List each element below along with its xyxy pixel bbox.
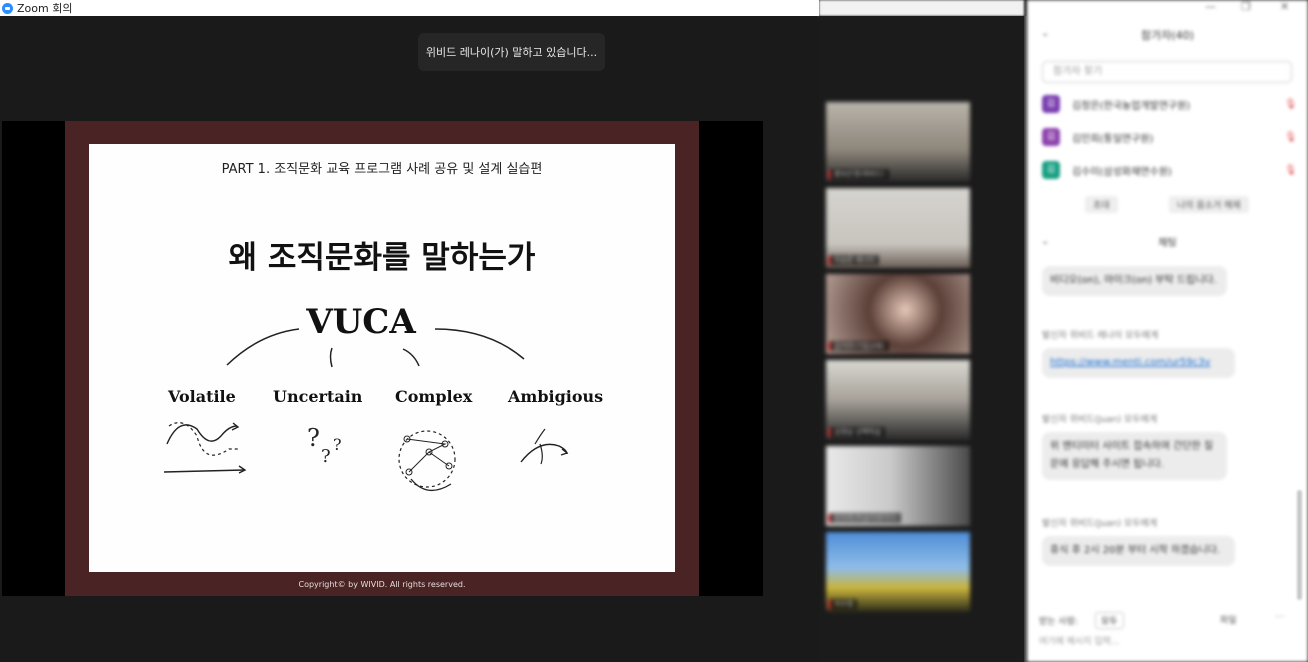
participant-row[interactable]: 김 김민희(통일연구원) 🎙 [1042, 125, 1297, 149]
participants-title: 참가자(40) [1141, 29, 1194, 42]
participant-name-tag: 황보은정(위비드) [830, 169, 889, 179]
participant-name-tag: 이승준 레나이 [830, 255, 879, 265]
gallery-top-bar [819, 0, 1024, 16]
right-sidebar: — ❐ ✕ ⌄ 참가자(40) 참가자 찾기 김 김정은(한국농업개발연구원) … [1027, 0, 1308, 662]
participant-name-tag: 이지희(퍼실리테이터) [830, 513, 902, 523]
unmute-self-button[interactable]: 나의 음소거 해제 [1169, 196, 1249, 213]
video-tile[interactable]: 지수정 [826, 532, 970, 612]
avatar: 김 [1042, 161, 1060, 179]
muted-mic-icon[interactable]: 🎙 [1284, 165, 1297, 176]
participant-search-input[interactable]: 참가자 찾기 [1042, 61, 1292, 83]
chat-sender: 발신자 위비드(Juan) 모두에게 [1042, 415, 1158, 425]
chat-scrollbar[interactable] [1297, 490, 1302, 600]
participant-name-tag: 김지민(기업교육) [830, 341, 889, 351]
video-tile[interactable]: 황보은정(위비드) [826, 102, 970, 182]
svg-text:?: ? [333, 435, 342, 454]
slide-frame: PART 1. 조직문화 교육 프로그램 사례 공유 및 설계 실습편 왜 조직… [65, 121, 699, 596]
file-button[interactable]: 파일 [1220, 613, 1237, 626]
window-title: Zoom 회의 [17, 2, 73, 15]
chat-message: 휴식 후 2시 20분 부터 시작 하겠습니다. [1042, 536, 1235, 566]
participant-name-tag: 김정남 선택학습 [830, 427, 886, 437]
participant-name-tag: 지수정 [830, 599, 858, 609]
muted-mic-icon[interactable]: 🎙 [1284, 99, 1297, 110]
chat-title: 채팅 [1158, 238, 1177, 249]
avatar: 김 [1042, 95, 1060, 113]
chat-message: 비디오(on), 마이크(on) 부탁 드립니다. [1042, 266, 1227, 296]
vuca-doodles-illustration: ? ? ? [163, 422, 569, 491]
participant-name: 김민희(통일연구원) [1072, 133, 1154, 145]
video-tile[interactable]: 이지희(퍼실리테이터) [826, 446, 970, 526]
chat-message: 위 멘티미터 사이트 접속하여 간단한 질문에 응답해 주시면 됩니다. [1042, 432, 1227, 480]
muted-mic-icon[interactable]: 🎙 [1284, 132, 1297, 143]
svg-text:?: ? [307, 424, 320, 452]
chat-sender: 발신자 위비드 레나이 모두에게 [1042, 331, 1159, 341]
participant-name: 김수미(삼성화재연수원) [1072, 166, 1172, 178]
video-gallery: 황보은정(위비드) 이승준 레나이 김지민(기업교육) 김정남 선택학습 이지희… [819, 16, 1024, 662]
chat-sender: 발신자 위비드(Juan) 모두에게 [1042, 519, 1158, 529]
participant-row[interactable]: 김 김수미(삼성화재연수원) 🎙 [1042, 158, 1297, 182]
screen-share-area[interactable]: PART 1. 조직문화 교육 프로그램 사례 공유 및 설계 실습편 왜 조직… [2, 121, 763, 596]
more-options-icon[interactable]: ··· [1275, 612, 1285, 623]
slide-copyright: Copyright© by WIVID. All rights reserved… [298, 580, 466, 589]
participant-row[interactable]: 김 김정은(한국농업개발연구원) 🎙 [1042, 92, 1297, 116]
minimize-icon[interactable]: — [1205, 0, 1216, 13]
chat-recipient-select[interactable]: 모두 [1095, 612, 1124, 629]
presentation-slide: PART 1. 조직문화 교육 프로그램 사례 공유 및 설계 실습편 왜 조직… [89, 144, 675, 572]
chat-recipient-label: 받는 사람: [1039, 617, 1079, 627]
svg-text:?: ? [321, 446, 331, 467]
maximize-icon[interactable]: ❐ [1241, 0, 1251, 13]
video-tile[interactable]: 김지민(기업교육) [826, 274, 970, 354]
invite-button[interactable]: 초대 [1085, 196, 1118, 213]
zoom-logo-icon [2, 2, 13, 14]
chat-message-input[interactable]: 여기에 메시지 입력... [1039, 634, 1120, 647]
speaking-indicator: 위비드 레나이(가) 말하고 있습니다... [418, 33, 605, 71]
meeting-stage: 위비드 레나이(가) 말하고 있습니다... PART 1. 조직문화 교육 프… [0, 16, 819, 662]
close-icon[interactable]: ✕ [1280, 0, 1289, 13]
avatar: 김 [1042, 128, 1060, 146]
participant-name: 김정은(한국농업개발연구원) [1072, 100, 1191, 112]
chat-link[interactable]: https://www.menti.com/ur59c3v [1042, 348, 1235, 378]
video-tile[interactable]: 이승준 레나이 [826, 188, 970, 268]
video-tile[interactable]: 김정남 선택학습 [826, 360, 970, 440]
title-bar: Zoom 회의 [0, 0, 819, 16]
